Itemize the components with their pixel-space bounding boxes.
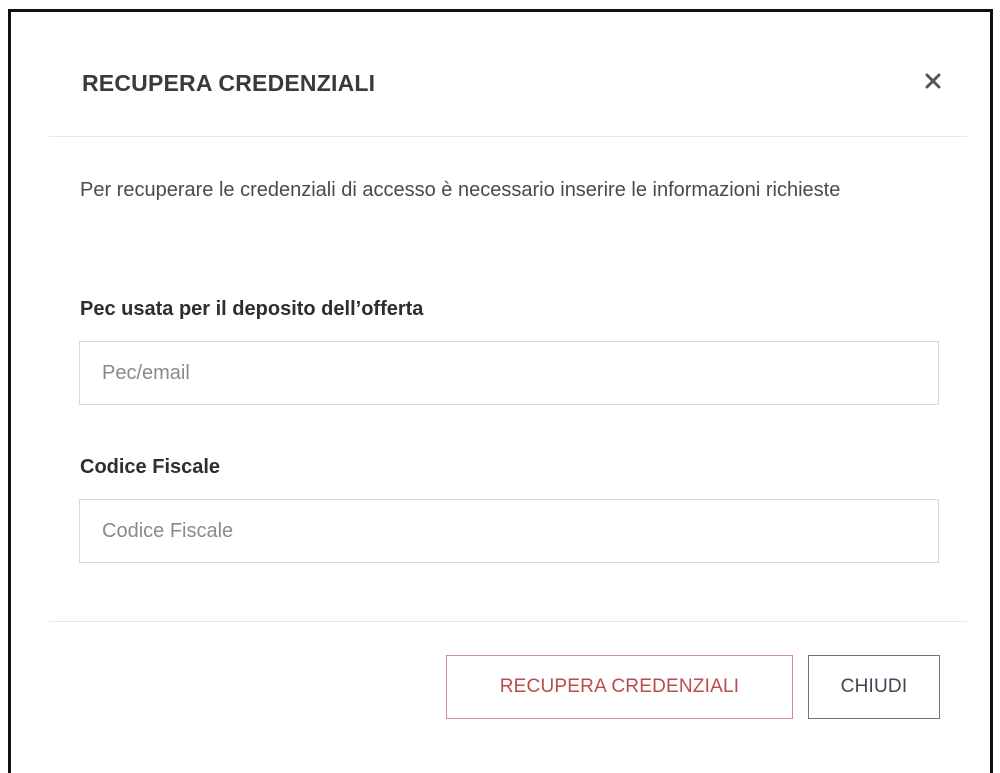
pec-email-input[interactable] [79, 341, 939, 405]
intro-text: Per recuperare le credenziali di accesso… [80, 179, 841, 201]
codice-fiscale-label: Codice Fiscale [80, 456, 221, 478]
recupera-credenziali-button[interactable]: RECUPERA CREDENZIALI [446, 655, 793, 719]
chiudi-button[interactable]: CHIUDI [808, 655, 940, 719]
modal-title: RECUPERA CREDENZIALI [82, 70, 376, 96]
recupera-credenziali-modal: RECUPERA CREDENZIALI Per recuperare le c… [8, 9, 993, 773]
close-icon [925, 73, 941, 89]
modal-header: RECUPERA CREDENZIALI [49, 12, 967, 137]
close-button[interactable] [919, 67, 947, 95]
footer-divider [49, 621, 967, 622]
pec-label: Pec usata per il deposito dell’offerta [80, 298, 424, 320]
codice-fiscale-input[interactable] [79, 499, 939, 563]
